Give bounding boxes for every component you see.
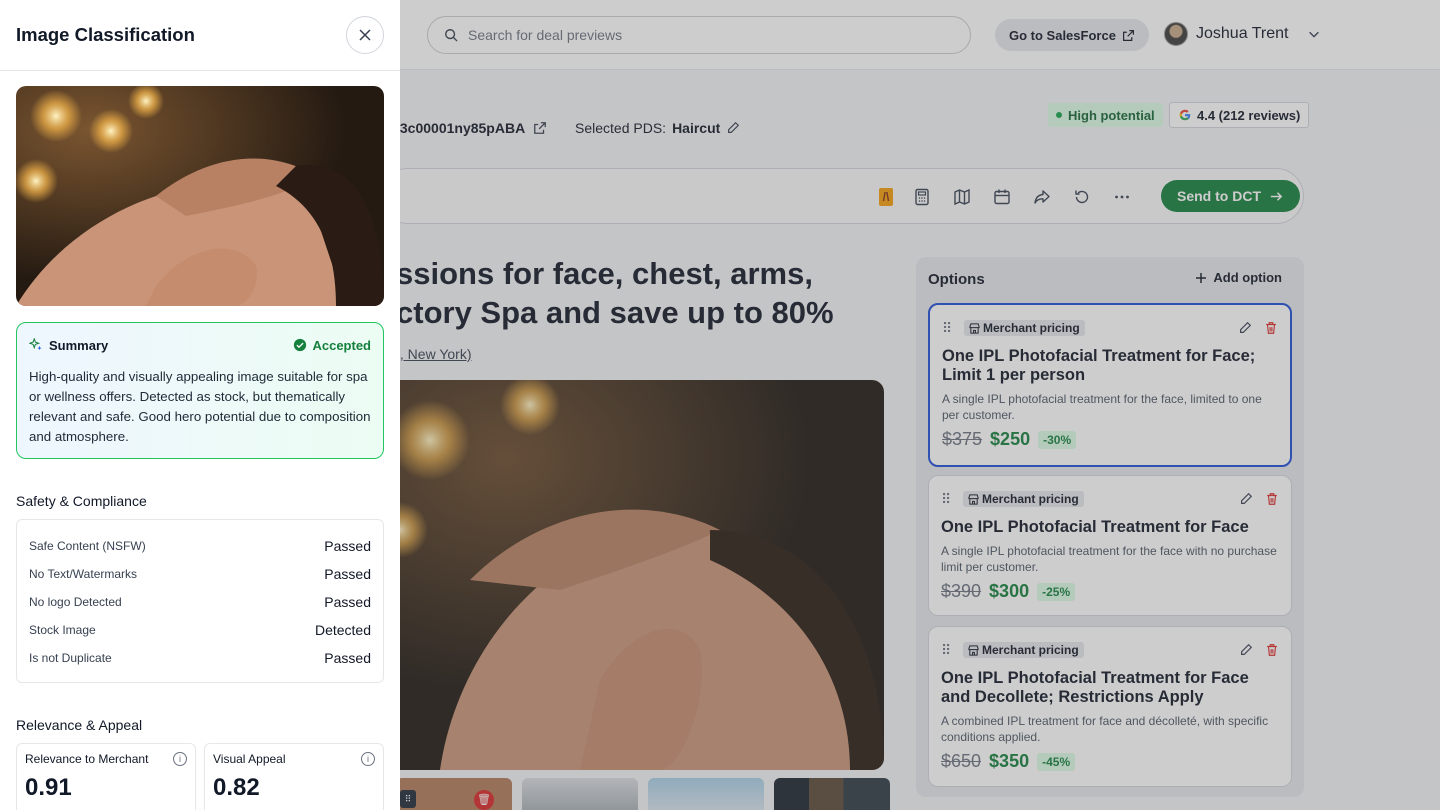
divider	[0, 70, 400, 71]
check-value: Passed	[324, 566, 371, 582]
metric-card: Relevance to Merchant i 0.91	[16, 743, 196, 810]
status-badge: Accepted	[293, 338, 371, 353]
close-button[interactable]	[346, 16, 384, 54]
metric-value: 0.91	[25, 774, 72, 801]
check-value: Passed	[324, 594, 371, 610]
check-value: Passed	[324, 650, 371, 666]
info-icon[interactable]: i	[361, 752, 375, 766]
check-label: Is not Duplicate	[29, 651, 112, 665]
summary-card: Summary Accepted High-quality and visual…	[16, 322, 384, 459]
summary-text: High-quality and visually appealing imag…	[29, 369, 371, 444]
metric-label: Visual Appeal	[213, 752, 286, 766]
relevance-section-title: Relevance & Appeal	[16, 717, 143, 733]
check-value: Passed	[324, 538, 371, 554]
check-row: Stock Image Detected	[29, 616, 371, 644]
image-classification-panel: Image Classification Summary Accepted Hi…	[0, 0, 400, 810]
summary-label: Summary	[49, 337, 109, 353]
check-row: No logo Detected Passed	[29, 588, 371, 616]
check-label: No Text/Watermarks	[29, 567, 138, 581]
info-icon[interactable]: i	[173, 752, 187, 766]
metric-card: Visual Appeal i 0.82	[204, 743, 384, 810]
panel-title: Image Classification	[16, 24, 195, 45]
check-label: Stock Image	[29, 623, 96, 637]
safety-section-title: Safety & Compliance	[16, 493, 147, 509]
check-label: Safe Content (NSFW)	[29, 539, 146, 553]
close-icon	[359, 29, 371, 41]
check-row: Safe Content (NSFW) Passed	[29, 532, 371, 560]
classified-image	[16, 86, 384, 306]
check-row: Is not Duplicate Passed	[29, 644, 371, 672]
check-row: No Text/Watermarks Passed	[29, 560, 371, 588]
check-circle-icon	[294, 338, 307, 352]
sparkle-icon	[29, 338, 42, 351]
metric-label: Relevance to Merchant	[25, 752, 149, 766]
check-label: No logo Detected	[29, 595, 122, 609]
check-value: Detected	[314, 622, 371, 638]
safety-checks: Safe Content (NSFW) Passed No Text/Waterm…	[16, 519, 384, 683]
metric-value: 0.82	[213, 774, 260, 801]
status-text: Accepted	[312, 337, 371, 353]
